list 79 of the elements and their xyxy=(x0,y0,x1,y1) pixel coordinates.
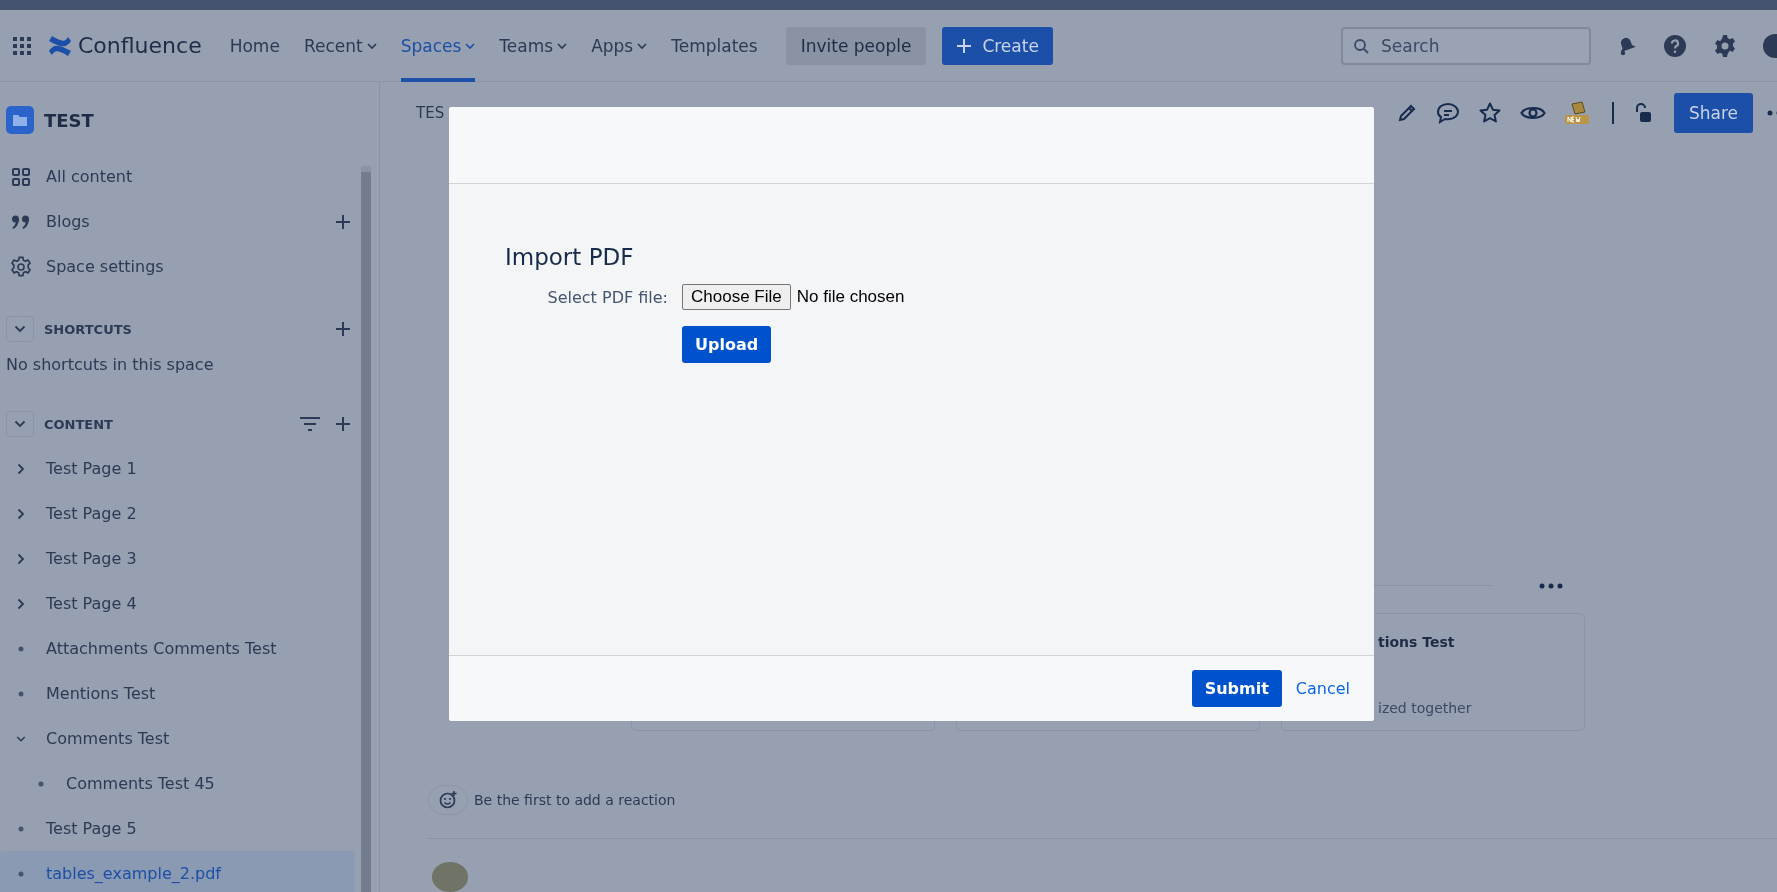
bullet-icon xyxy=(16,690,26,697)
share-button[interactable]: Share xyxy=(1673,93,1753,134)
quote-icon xyxy=(10,213,32,230)
collapse-button[interactable] xyxy=(6,411,34,437)
add-icon[interactable] xyxy=(335,321,351,337)
chevron-down-icon[interactable] xyxy=(14,325,26,333)
empty-message: No shortcuts in this space xyxy=(5,354,215,376)
caret-icon[interactable] xyxy=(557,41,568,50)
caret-icon[interactable] xyxy=(366,41,377,50)
tree-item[interactable]: tables_example_2.pdf xyxy=(46,864,221,883)
breadcrumb-link[interactable]: TES xyxy=(416,104,445,123)
upload-button[interactable]: Upload xyxy=(682,326,772,363)
search-field[interactable]: Search xyxy=(1341,26,1591,65)
caret-icon[interactable] xyxy=(637,41,648,50)
chevron-right-icon[interactable] xyxy=(16,462,26,475)
submit-button[interactable]: Submit xyxy=(1191,670,1282,707)
logo-icon[interactable] xyxy=(48,34,72,57)
tree-item[interactable]: Test Page 5 xyxy=(46,819,137,838)
create-button[interactable]: Create xyxy=(942,26,1053,65)
collapse-button[interactable] xyxy=(6,316,34,342)
add-icon[interactable] xyxy=(335,213,351,230)
space-icon xyxy=(6,106,34,134)
chevron-down-icon[interactable] xyxy=(16,734,26,743)
plus-icon[interactable] xyxy=(956,37,973,54)
space-title[interactable]: TEST xyxy=(44,109,94,131)
more-icon[interactable] xyxy=(1539,582,1563,589)
sidebar-item[interactable]: Space settings xyxy=(46,257,164,276)
bullet-icon xyxy=(36,780,46,787)
tree-item[interactable]: Comments Test 45 xyxy=(66,774,215,793)
avatar[interactable] xyxy=(1763,33,1777,58)
new-badge-icon[interactable] xyxy=(1563,100,1590,127)
nav-tab[interactable]: Apps xyxy=(591,9,648,82)
caret-icon[interactable] xyxy=(465,41,476,50)
card-excerpt: ized together xyxy=(1378,699,1473,716)
selected-tree-item[interactable]: tables_example_2.pdf xyxy=(0,851,355,892)
search-icon[interactable] xyxy=(1353,37,1369,54)
section-heading: CONTENT xyxy=(44,416,113,432)
bullet-icon xyxy=(16,870,26,877)
tree-item[interactable]: Test Page 4 xyxy=(46,594,137,613)
app-switcher-icon[interactable] xyxy=(12,35,32,56)
help-icon[interactable] xyxy=(1663,33,1687,58)
invite-people-button[interactable]: Invite people xyxy=(785,26,927,65)
card-title[interactable]: tions Test xyxy=(1378,633,1584,650)
section-heading: SHORTCUTS xyxy=(44,321,132,337)
tree-item[interactable]: Test Page 3 xyxy=(46,549,137,568)
chevron-right-icon[interactable] xyxy=(16,597,26,610)
dialog-title: Import PDF xyxy=(505,244,635,270)
tree-item[interactable]: Comments Test xyxy=(46,729,170,748)
bullet-icon xyxy=(16,825,26,832)
chevron-down-icon[interactable] xyxy=(14,420,26,428)
nav-tab[interactable]: Home xyxy=(229,9,280,82)
tree-item[interactable]: Test Page 1 xyxy=(46,459,137,478)
tree-item[interactable]: Test Page 2 xyxy=(46,504,137,523)
settings-icon[interactable] xyxy=(1713,33,1737,58)
tree-item[interactable]: Attachments Comments Test xyxy=(46,639,277,658)
chevron-right-icon[interactable] xyxy=(16,552,26,565)
field-label: Select PDF file: xyxy=(546,287,668,309)
nav-tab[interactable]: Teams xyxy=(499,9,568,82)
scrollbar[interactable] xyxy=(361,166,371,892)
cancel-link[interactable]: Cancel xyxy=(1295,679,1350,698)
bullet-icon xyxy=(16,645,26,652)
choose-file-button[interactable]: Choose File xyxy=(682,284,791,310)
chevron-right-icon[interactable] xyxy=(16,507,26,520)
sidebar-item[interactable]: Blogs xyxy=(46,212,90,231)
avatar xyxy=(432,862,468,892)
smiley-icon[interactable] xyxy=(439,790,457,809)
product-logo[interactable]: Confluence xyxy=(48,33,202,58)
tree-item[interactable]: Mentions Test xyxy=(46,684,156,703)
filter-icon[interactable] xyxy=(299,416,321,432)
reaction-prompt: Be the first to add a reaction xyxy=(474,791,676,808)
sidebar-item[interactable]: All content xyxy=(46,167,133,186)
nav-tab[interactable]: Spaces xyxy=(400,9,476,82)
grid-icon xyxy=(10,166,32,187)
file-status-text: No file chosen xyxy=(796,287,905,307)
comment-icon[interactable] xyxy=(1435,102,1460,125)
nav-tab[interactable]: Templates xyxy=(671,9,758,82)
settings-icon xyxy=(10,255,32,278)
add-icon[interactable] xyxy=(335,416,351,432)
nav-tab[interactable]: Recent xyxy=(303,9,377,82)
